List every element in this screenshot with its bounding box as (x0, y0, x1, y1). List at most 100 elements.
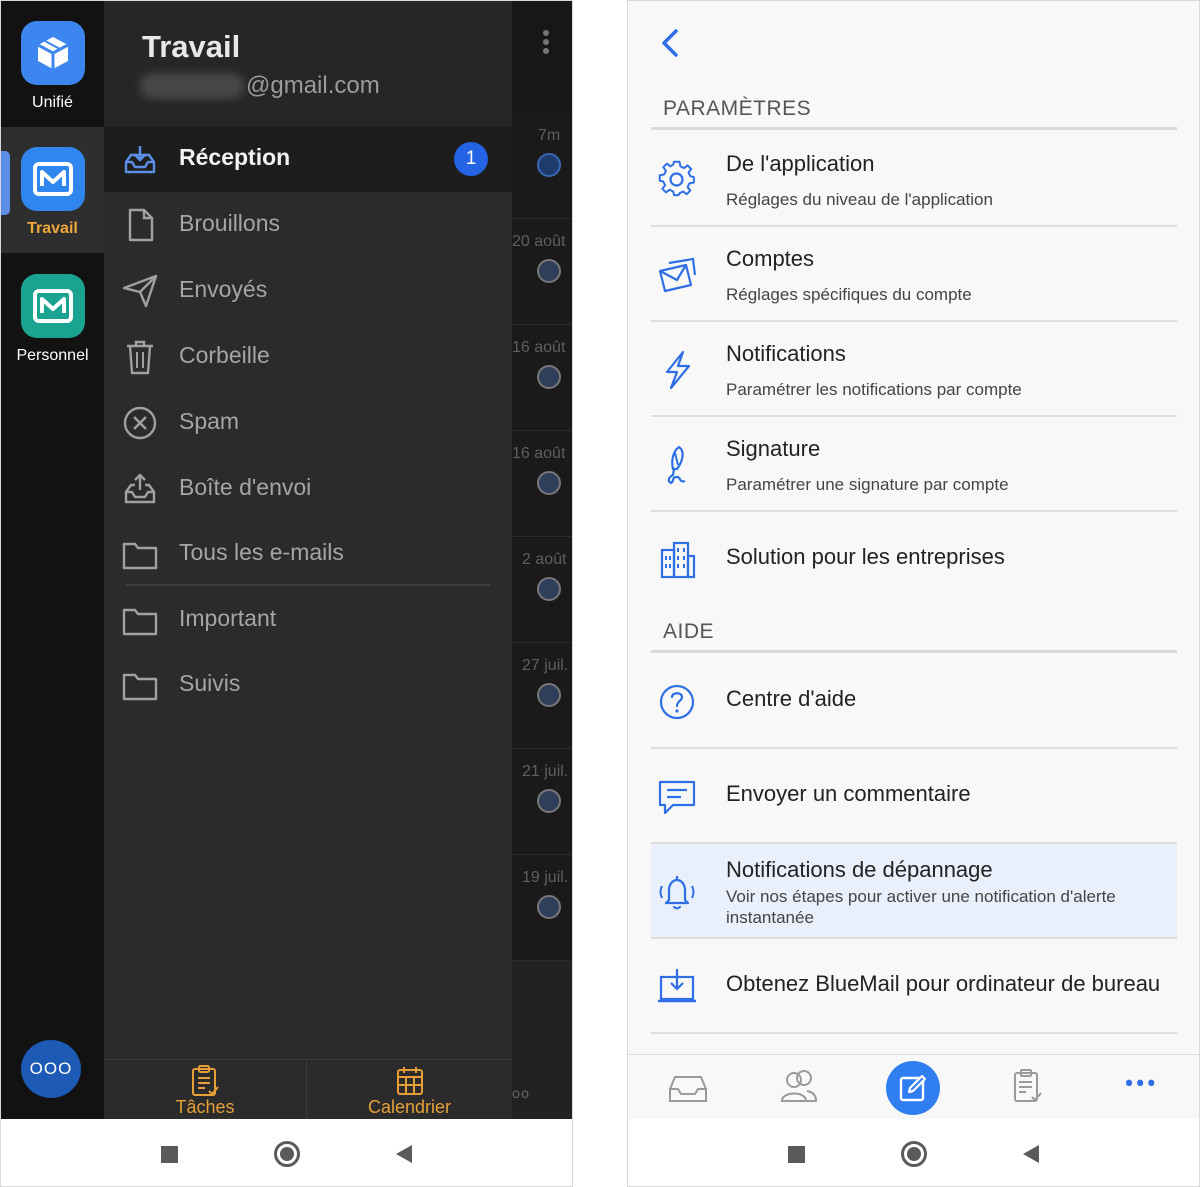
help-item-commentaire[interactable]: Envoyer un commentaire (651, 749, 1177, 844)
list-item[interactable]: 27 juil. (512, 643, 572, 749)
folder-label: Important (179, 605, 277, 631)
signature-pen-icon (667, 445, 686, 485)
item-subtitle: Voir nos étapes pour activer une notific… (726, 887, 1116, 927)
overflow-menu-icon[interactable] (542, 29, 550, 57)
settings-item-comptes[interactable]: Comptes Réglages spécifiques du compte (651, 227, 1177, 322)
back-arrow-icon[interactable] (656, 25, 688, 61)
calendar-button[interactable]: Calendrier (308, 1060, 511, 1120)
folder-divider (126, 584, 490, 586)
item-subtitle: Réglages spécifiques du compte (726, 285, 972, 304)
item-title: Envoyer un commentaire (726, 781, 971, 806)
back-nav-icon[interactable] (1023, 1145, 1039, 1163)
folder-suivis[interactable]: Suivis (104, 652, 512, 718)
account-personnel[interactable]: Personnel (1, 254, 104, 380)
home-icon[interactable] (901, 1141, 927, 1167)
item-title: Notifications de dépannage (726, 857, 993, 882)
email-redaction (140, 73, 244, 99)
more-accounts-button[interactable]: OOO (21, 1040, 81, 1098)
drawer-header: Travail @gmail.com (104, 1, 512, 126)
mail-icon (20, 147, 85, 211)
android-nav-bar (628, 1119, 1199, 1186)
recents-icon[interactable] (788, 1146, 805, 1163)
list-item[interactable]: 7m (512, 113, 572, 219)
more-dots-icon[interactable]: ••• (1124, 1070, 1157, 1100)
account-name: Travail (142, 29, 241, 64)
folder-corbeille[interactable]: Corbeille (104, 324, 512, 390)
tasks-label: Tâches (175, 1097, 235, 1117)
people-icon[interactable] (758, 1055, 838, 1120)
list-empty-area: oo (512, 961, 572, 1119)
home-icon[interactable] (274, 1141, 300, 1167)
email-date: 16 août (512, 445, 566, 462)
section-title-aide: AIDE (663, 620, 715, 643)
recents-icon[interactable] (161, 1146, 178, 1163)
cube-icon (20, 21, 85, 85)
tasks-button[interactable]: Tâches (104, 1060, 307, 1120)
item-title: Notifications (726, 341, 846, 366)
inbox-icon (124, 146, 156, 174)
compose-icon (899, 1074, 927, 1102)
item-title: Signature (726, 436, 821, 461)
help-item-centre-aide[interactable]: Centre d'aide (651, 654, 1177, 749)
folder-brouillons[interactable]: Brouillons (104, 192, 512, 258)
item-title: Centre d'aide (726, 686, 857, 711)
account-travail[interactable]: Travail (1, 127, 104, 253)
bottom-tab-bar: ••• (628, 1054, 1199, 1120)
folder-label: Tous les e-mails (179, 539, 344, 565)
item-title: Solution pour les entreprises (726, 544, 1005, 569)
account-unified[interactable]: Unifié (1, 1, 104, 127)
item-subtitle: Paramétrer une signature par compte (726, 475, 1009, 494)
back-nav-icon[interactable] (396, 1145, 412, 1163)
read-dot (537, 895, 561, 919)
drawer-bottom-bar: Tâches Calendrier (104, 1059, 512, 1120)
folder-tous-emails[interactable]: Tous les e-mails (104, 521, 512, 587)
folder-icon (122, 608, 158, 636)
help-circle-icon (659, 684, 695, 720)
right-phone-screen: PARAMÈTRES De l'application Réglages du … (627, 0, 1200, 1187)
read-dot (537, 683, 561, 707)
email-date: 7m (538, 127, 561, 144)
list-item[interactable]: 20 août (512, 219, 572, 325)
folder-envoyes[interactable]: Envoyés (104, 258, 512, 324)
mail-icon (20, 274, 85, 338)
help-item-bureau[interactable]: Obtenez BlueMail pour ordinateur de bure… (651, 939, 1177, 1034)
list-item[interactable]: 16 août (512, 431, 572, 537)
folder-boite-envoi[interactable]: Boîte d'envoi (104, 456, 512, 522)
read-dot (537, 471, 561, 495)
folder-label: Suivis (179, 670, 241, 696)
item-title: Comptes (726, 246, 815, 271)
feedback-icon (658, 780, 696, 815)
list-item[interactable]: 2 août (512, 537, 572, 643)
settings-item-notifications[interactable]: Notifications Paramétrer les notificatio… (651, 322, 1177, 417)
account-label: Personnel (16, 347, 89, 364)
folder-spam[interactable]: Spam (104, 390, 512, 456)
settings-item-entreprises[interactable]: Solution pour les entreprises (651, 512, 1177, 607)
list-item[interactable]: 16 août (512, 325, 572, 431)
folder-reception[interactable]: Réception 1 (104, 126, 512, 192)
settings-item-signature[interactable]: Signature Paramétrer une signature par c… (651, 417, 1177, 512)
settings-item-application[interactable]: De l'application Réglages du niveau de l… (651, 132, 1177, 227)
email-date: 21 juil. (522, 763, 569, 780)
folder-icon (122, 673, 158, 701)
item-title: Obtenez BlueMail pour ordinateur de bure… (726, 971, 1161, 996)
list-item[interactable]: 21 juil. (512, 749, 572, 855)
inbox-tray-icon[interactable] (648, 1055, 728, 1120)
accounts-mail-icon (658, 257, 697, 293)
gear-icon (658, 160, 695, 197)
tasks-icon[interactable] (988, 1055, 1068, 1120)
email-date: 2 août (522, 551, 567, 568)
read-dot (537, 789, 561, 813)
folder-important[interactable]: Important (104, 587, 512, 653)
section-title-parametres: PARAMÈTRES (663, 97, 812, 120)
list-item[interactable]: 19 juil. (512, 855, 572, 961)
email-date: 27 juil. (522, 657, 569, 674)
unread-dot (537, 153, 561, 177)
folder-label: Boîte d'envoi (179, 474, 312, 500)
help-item-depannage[interactable]: Notifications de dépannage Voir nos étap… (651, 844, 1177, 939)
selected-indicator (1, 151, 10, 215)
email-date: 19 juil. (522, 869, 569, 886)
compose-button[interactable] (886, 1061, 940, 1115)
account-email: @gmail.com (246, 72, 380, 99)
email-date: 20 août (512, 233, 566, 250)
building-icon (660, 541, 696, 579)
